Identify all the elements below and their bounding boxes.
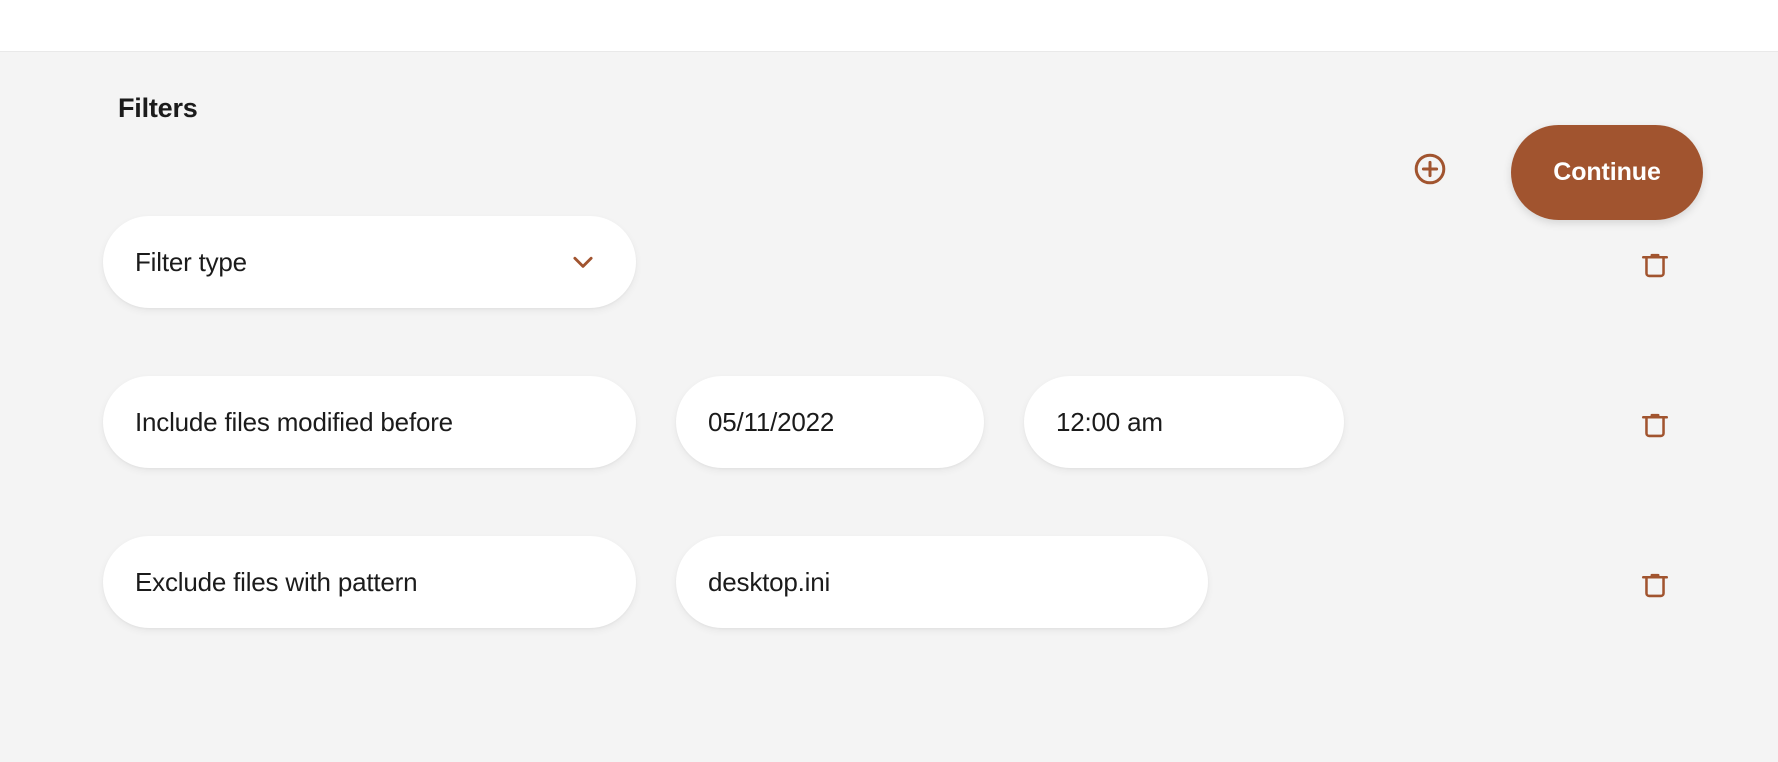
time-input[interactable]: 12:00 am [1024, 376, 1344, 468]
filter-row: Include files modified before 05/11/2022… [0, 331, 1778, 491]
filter-type-select-value: Include files modified before [135, 406, 453, 437]
delete-filter-button[interactable] [1631, 562, 1679, 610]
filter-row: Exclude files with pattern desktop.ini [0, 491, 1778, 651]
filters-panel-header: Filters Continue [0, 53, 1778, 220]
chevron-down-icon [568, 247, 598, 277]
trash-icon [1639, 409, 1671, 444]
delete-filter-button[interactable] [1631, 242, 1679, 290]
date-input[interactable]: 05/11/2022 [676, 376, 984, 468]
trash-icon [1639, 569, 1671, 604]
filter-type-select[interactable]: Filter type [103, 216, 636, 308]
date-input-value: 05/11/2022 [708, 406, 835, 437]
filter-row: Filter type [0, 171, 1778, 331]
trash-icon [1639, 249, 1671, 284]
top-bar [0, 0, 1778, 52]
filters-screen: Filters Continue Filter type Include fil… [0, 0, 1778, 762]
delete-filter-button[interactable] [1631, 402, 1679, 450]
filter-type-select-value: Filter type [135, 246, 247, 277]
filter-type-select[interactable]: Include files modified before [103, 376, 636, 468]
pattern-input-value: desktop.ini [708, 566, 831, 597]
page-title: Filters [118, 93, 198, 123]
filters-panel: Filters Continue Filter type Include fil… [0, 53, 1778, 762]
filter-type-select-value: Exclude files with pattern [135, 566, 418, 597]
time-input-value: 12:00 am [1056, 406, 1163, 437]
filter-type-select[interactable]: Exclude files with pattern [103, 536, 636, 628]
pattern-input[interactable]: desktop.ini [676, 536, 1208, 628]
filter-rows-list: Filter type Include files modified befor… [0, 171, 1778, 651]
